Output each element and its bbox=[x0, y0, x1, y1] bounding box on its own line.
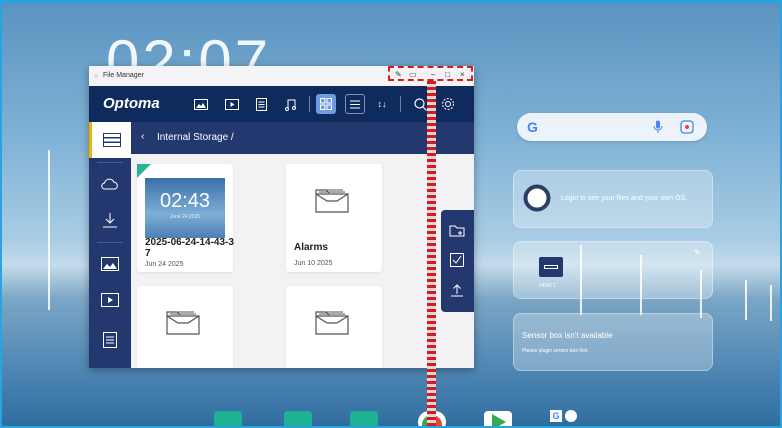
edit-pencil-icon[interactable]: ✎ bbox=[694, 248, 701, 257]
folder-icon bbox=[315, 189, 349, 213]
grid-view-icon[interactable] bbox=[316, 94, 336, 114]
image-icon bbox=[101, 257, 119, 271]
selection-highlight bbox=[388, 66, 473, 81]
sidebar-item-video[interactable] bbox=[89, 282, 131, 318]
hdmi-icon bbox=[539, 257, 563, 277]
file-grid: 02:43 June 24,2025 2025-06-24-14-43-3 7 … bbox=[131, 154, 474, 368]
file-manager-window[interactable]: File Manager ✎ ▭ – □ × Optoma ↕↓ ‹ Inter… bbox=[89, 66, 474, 368]
filter-video-icon[interactable] bbox=[222, 94, 242, 114]
image-thumbnail: 02:43 June 24,2025 bbox=[145, 178, 225, 238]
filter-docs-icon[interactable] bbox=[251, 94, 271, 114]
breadcrumb: ‹ Internal Storage / bbox=[131, 122, 474, 154]
lens-camera-icon[interactable] bbox=[680, 120, 694, 134]
sidebar bbox=[89, 122, 131, 368]
filter-images-icon[interactable] bbox=[191, 94, 211, 114]
video-icon bbox=[101, 293, 119, 307]
sensor-title: Sensor box isn't available bbox=[522, 331, 613, 340]
toolbar: Optoma ↕↓ bbox=[89, 86, 474, 122]
folder-card[interactable] bbox=[137, 286, 233, 368]
select-checkbox-icon[interactable] bbox=[449, 252, 465, 268]
selected-corner-badge bbox=[137, 164, 151, 178]
dock-app-2[interactable] bbox=[284, 411, 312, 428]
folder-card[interactable]: Alarms Jun 10 2025 bbox=[286, 164, 382, 272]
google-search-bar[interactable]: G bbox=[517, 113, 707, 141]
hdmi-label: HDMI 1 bbox=[539, 283, 556, 289]
desktop-screen: 02:07 File Manager ✎ ▭ – □ × Optoma ↕↓ ‹… bbox=[0, 0, 782, 428]
back-chevron-icon[interactable]: ‹ bbox=[141, 131, 144, 142]
login-widget[interactable]: Login to see your files and your own OS. bbox=[513, 170, 713, 228]
login-text: Login to see your files and your own OS. bbox=[561, 195, 688, 202]
cloud-icon bbox=[101, 178, 118, 190]
folder-card[interactable] bbox=[286, 286, 382, 368]
google-apps-folder-icon[interactable]: G bbox=[550, 410, 578, 428]
sort-icon[interactable]: ↕↓ bbox=[372, 94, 392, 114]
sidebar-item-images[interactable] bbox=[89, 246, 131, 282]
microphone-icon[interactable] bbox=[653, 120, 663, 134]
brand-logo: Optoma bbox=[103, 95, 160, 112]
hdmi-widget[interactable]: HDMI 1 ✎ bbox=[513, 241, 713, 299]
folder-icon bbox=[166, 311, 200, 335]
storage-icon bbox=[102, 133, 121, 147]
google-logo-icon: G bbox=[527, 119, 538, 135]
app-icon bbox=[94, 74, 98, 78]
filter-music-icon[interactable] bbox=[281, 94, 301, 114]
folder-name: Alarms bbox=[294, 242, 328, 253]
document-icon bbox=[103, 332, 117, 348]
dock-app-1[interactable] bbox=[214, 411, 242, 428]
sidebar-item-cloud[interactable] bbox=[89, 166, 131, 202]
sensor-subtitle: Please plugin sensor box first. bbox=[522, 348, 589, 354]
file-card[interactable]: 02:43 June 24,2025 2025-06-24-14-43-3 7 … bbox=[137, 164, 234, 272]
sidebar-item-download[interactable] bbox=[89, 202, 131, 238]
sensor-widget: Sensor box isn't available Please plugin… bbox=[513, 313, 713, 371]
file-name: 2025-06-24-14-43-3 7 bbox=[145, 237, 234, 259]
selection-indicator-bar bbox=[427, 81, 436, 428]
sidebar-item-storage[interactable] bbox=[89, 122, 131, 158]
list-view-icon[interactable] bbox=[345, 94, 365, 114]
new-folder-icon[interactable] bbox=[449, 222, 465, 238]
settings-gear-icon[interactable] bbox=[438, 94, 458, 114]
folder-icon bbox=[315, 311, 349, 335]
download-icon bbox=[103, 213, 117, 228]
thumbnail-date: June 24,2025 bbox=[169, 214, 201, 220]
folder-date: Jun 10 2025 bbox=[294, 260, 333, 267]
sidebar-item-documents[interactable] bbox=[89, 322, 131, 358]
breadcrumb-path[interactable]: Internal Storage / bbox=[157, 132, 234, 143]
account-ring-icon bbox=[523, 184, 551, 212]
upload-icon[interactable] bbox=[449, 282, 465, 298]
play-store-icon[interactable] bbox=[484, 411, 512, 428]
file-date: Jun 24 2025 bbox=[145, 261, 184, 268]
window-title: File Manager bbox=[103, 72, 144, 79]
thumbnail-time: 02:43 bbox=[159, 190, 211, 212]
floating-toolbar bbox=[441, 210, 474, 312]
dock-app-files[interactable] bbox=[350, 411, 378, 428]
